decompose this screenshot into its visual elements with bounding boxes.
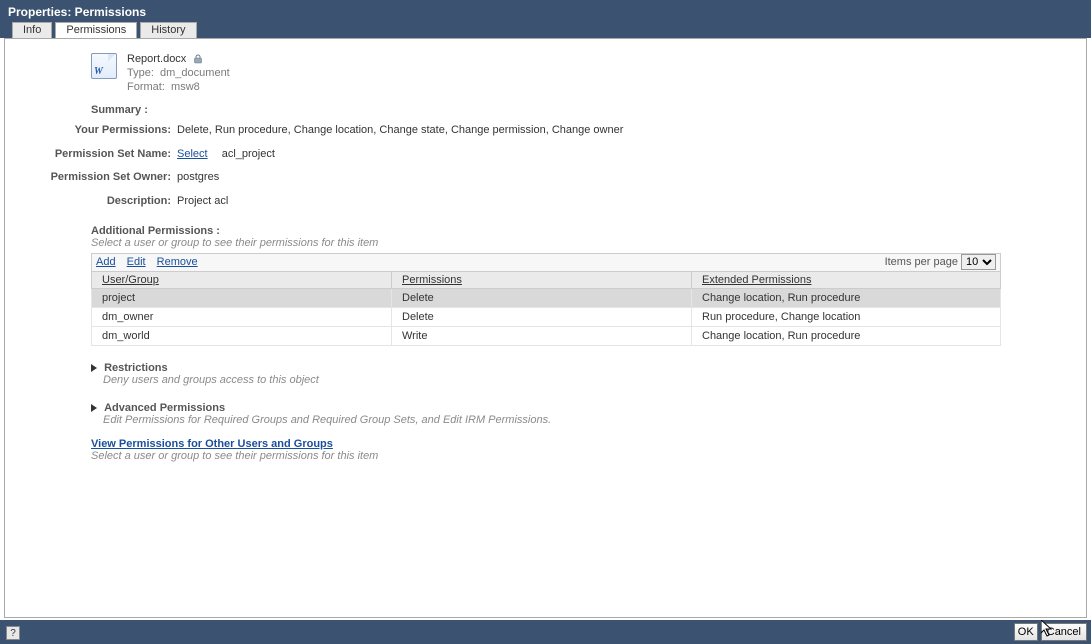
lock-icon <box>193 54 203 64</box>
advanced-permissions-heading[interactable]: Advanced Permissions <box>104 402 225 414</box>
view-permissions-other-sub: Select a user or group to see their perm… <box>91 450 1086 462</box>
file-type-label: Type: <box>127 67 154 79</box>
cell-ext: Run procedure, Change location <box>692 307 1001 326</box>
description-value: Project acl <box>177 193 998 211</box>
file-format-value: msw8 <box>171 81 200 93</box>
permission-set-name-label: Permission Set Name: <box>3 146 177 164</box>
permission-set-owner-value: postgres <box>177 169 998 187</box>
col-extended-permissions[interactable]: Extended Permissions <box>692 271 1001 288</box>
tab-history[interactable]: History <box>140 22 196 38</box>
help-button[interactable]: ? <box>6 626 20 640</box>
table-row[interactable]: project Delete Change location, Run proc… <box>92 288 1001 307</box>
tab-bar: Info Permissions History <box>0 24 1091 38</box>
summary-heading: Summary : <box>91 104 1086 116</box>
footer-bar: ? OK Cancel <box>0 620 1091 644</box>
table-row[interactable]: dm_world Write Change location, Run proc… <box>92 326 1001 345</box>
content-frame: Report.docx Type: dm_document Format: ms… <box>4 38 1087 618</box>
cell-ext: Change location, Run procedure <box>692 326 1001 345</box>
col-user-group[interactable]: User/Group <box>92 271 392 288</box>
restrictions-heading[interactable]: Restrictions <box>104 362 168 374</box>
restrictions-toggle-icon[interactable] <box>91 364 97 372</box>
file-header: Report.docx Type: dm_document Format: ms… <box>91 53 1086 94</box>
permission-set-select-link[interactable]: Select <box>177 148 208 160</box>
permission-set-name-value: acl_project <box>222 148 275 160</box>
items-per-page-label: Items per page <box>885 256 958 268</box>
word-document-icon <box>91 53 117 79</box>
col-permissions[interactable]: Permissions <box>392 271 692 288</box>
tab-info[interactable]: Info <box>12 22 52 38</box>
file-name: Report.docx <box>127 53 186 65</box>
your-permissions-label: Your Permissions: <box>3 122 177 140</box>
edit-link[interactable]: Edit <box>127 256 146 268</box>
description-label: Description: <box>3 193 177 211</box>
cell-user: dm_owner <box>92 307 392 326</box>
cell-user: dm_world <box>92 326 392 345</box>
file-format-label: Format: <box>127 81 165 93</box>
permission-set-owner-label: Permission Set Owner: <box>3 169 177 187</box>
view-permissions-other-link[interactable]: View Permissions for Other Users and Gro… <box>91 438 333 450</box>
advanced-toggle-icon[interactable] <box>91 404 97 412</box>
additional-permissions-heading: Additional Permissions : <box>91 225 1086 237</box>
file-type-value: dm_document <box>160 67 230 79</box>
add-link[interactable]: Add <box>96 256 116 268</box>
cell-ext: Change location, Run procedure <box>692 288 1001 307</box>
cell-perm: Write <box>392 326 692 345</box>
tab-permissions[interactable]: Permissions <box>55 22 137 38</box>
ok-button[interactable]: OK <box>1014 623 1038 641</box>
restrictions-sub: Deny users and groups access to this obj… <box>103 374 1086 386</box>
your-permissions-value: Delete, Run procedure, Change location, … <box>177 122 998 140</box>
cell-perm: Delete <box>392 288 692 307</box>
table-row[interactable]: dm_owner Delete Run procedure, Change lo… <box>92 307 1001 326</box>
cell-perm: Delete <box>392 307 692 326</box>
additional-permissions-sub: Select a user or group to see their perm… <box>91 237 1086 249</box>
remove-link[interactable]: Remove <box>157 256 198 268</box>
advanced-permissions-sub: Edit Permissions for Required Groups and… <box>103 414 1086 426</box>
items-per-page-select[interactable]: 10 <box>961 254 996 270</box>
permissions-toolbar: Add Edit Remove Items per page 10 <box>91 253 1001 271</box>
permissions-table: User/Group Permissions Extended Permissi… <box>91 271 1001 346</box>
cell-user: project <box>92 288 392 307</box>
cancel-button[interactable]: Cancel <box>1041 623 1087 641</box>
window-title: Properties: Permissions <box>0 0 1091 24</box>
